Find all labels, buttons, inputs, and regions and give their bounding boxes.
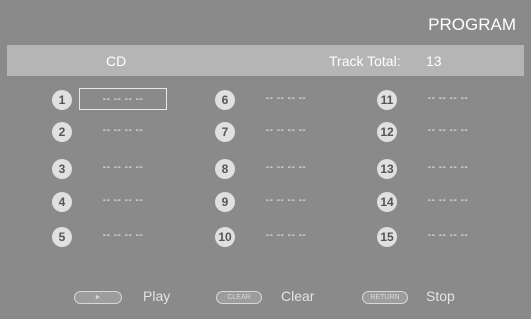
program-slot[interactable]: 2 -- -- -- --: [52, 120, 212, 144]
slot-number: 4: [52, 192, 72, 212]
program-slot[interactable]: 1 -- -- -- --: [52, 88, 212, 112]
slot-value[interactable]: -- -- -- --: [242, 157, 330, 179]
slot-value[interactable]: -- -- -- --: [404, 88, 492, 110]
page-title: PROGRAM: [428, 15, 516, 34]
program-slot[interactable]: 4 -- -- -- --: [52, 190, 212, 214]
button-guide: ► Play CLEAR Clear RETURN Stop: [0, 282, 531, 312]
track-total-label: Track Total:: [329, 53, 401, 69]
slot-value[interactable]: -- -- -- --: [79, 120, 167, 142]
program-slot[interactable]: 10 -- -- -- --: [215, 225, 375, 249]
title-bar: PROGRAM: [7, 8, 524, 40]
slot-number: 2: [52, 122, 72, 142]
program-screen: PROGRAM CD Track Total: 13 1 -- -- -- --…: [0, 0, 531, 319]
slot-value[interactable]: -- -- -- --: [79, 88, 167, 110]
slot-number: 7: [215, 122, 235, 142]
slot-number: 15: [377, 227, 397, 247]
slot-value[interactable]: -- -- -- --: [79, 190, 167, 212]
slot-value[interactable]: -- -- -- --: [79, 225, 167, 247]
slot-value[interactable]: -- -- -- --: [242, 88, 330, 110]
slot-number: 6: [215, 90, 235, 110]
clear-label: Clear: [281, 288, 315, 304]
return-button[interactable]: RETURN: [362, 291, 408, 304]
slot-value[interactable]: -- -- -- --: [242, 190, 330, 212]
program-slot[interactable]: 6 -- -- -- --: [215, 88, 375, 112]
slot-value[interactable]: -- -- -- --: [404, 190, 492, 212]
slot-value[interactable]: -- -- -- --: [404, 120, 492, 142]
disc-type: CD: [106, 53, 127, 69]
slot-number: 8: [215, 159, 235, 179]
program-slot[interactable]: 8 -- -- -- --: [215, 157, 375, 181]
slot-number: 11: [377, 90, 397, 110]
program-slot[interactable]: 5 -- -- -- --: [52, 225, 212, 249]
program-slot[interactable]: 7 -- -- -- --: [215, 120, 375, 144]
slot-value[interactable]: -- -- -- --: [242, 225, 330, 247]
slot-value[interactable]: -- -- -- --: [79, 157, 167, 179]
slot-number: 10: [215, 227, 235, 247]
track-total-value: 13: [426, 53, 442, 69]
program-slot[interactable]: 13 -- -- -- --: [377, 157, 531, 181]
play-button[interactable]: ►: [74, 291, 122, 304]
slot-number: 12: [377, 122, 397, 142]
program-slot[interactable]: 15 -- -- -- --: [377, 225, 531, 249]
program-slot[interactable]: 14 -- -- -- --: [377, 190, 531, 214]
program-slot[interactable]: 11 -- -- -- --: [377, 88, 531, 112]
info-bar: CD Track Total: 13: [7, 45, 524, 76]
slot-number: 13: [377, 159, 397, 179]
program-slot[interactable]: 12 -- -- -- --: [377, 120, 531, 144]
slot-number: 9: [215, 192, 235, 212]
slot-number: 3: [52, 159, 72, 179]
slot-value[interactable]: -- -- -- --: [404, 157, 492, 179]
slot-value[interactable]: -- -- -- --: [242, 120, 330, 142]
program-slot[interactable]: 9 -- -- -- --: [215, 190, 375, 214]
stop-label: Stop: [426, 288, 455, 304]
program-slot[interactable]: 3 -- -- -- --: [52, 157, 212, 181]
slot-number: 1: [52, 90, 72, 110]
slot-number: 5: [52, 227, 72, 247]
clear-button[interactable]: CLEAR: [216, 291, 262, 304]
slot-value[interactable]: -- -- -- --: [404, 225, 492, 247]
play-label: Play: [143, 288, 171, 304]
slot-number: 14: [377, 192, 397, 212]
program-grid: 1 -- -- -- -- 2 -- -- -- -- 3 -- -- -- -…: [0, 78, 531, 278]
